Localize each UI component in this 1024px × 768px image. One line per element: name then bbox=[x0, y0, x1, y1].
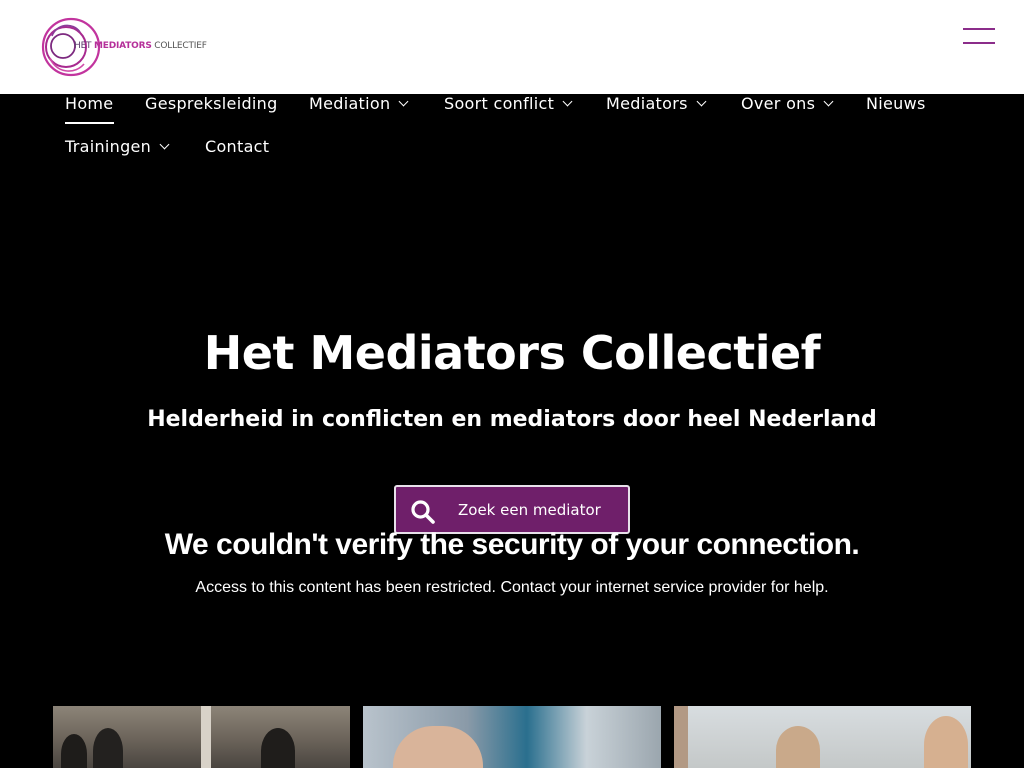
nav-item-gespreksleiding[interactable]: Gespreksleiding bbox=[145, 94, 278, 113]
chevron-down-icon bbox=[562, 96, 573, 107]
chevron-down-icon bbox=[696, 96, 707, 107]
security-error-title: We couldn't verify the security of your … bbox=[164, 528, 860, 561]
logo-text-collectief: COLLECTIEF bbox=[154, 41, 207, 51]
search-icon bbox=[411, 500, 435, 524]
card-image-handshake[interactable] bbox=[363, 706, 661, 768]
chevron-down-icon bbox=[159, 139, 170, 150]
nav-item-contact[interactable]: Contact bbox=[205, 137, 269, 156]
card-image-people-smiling[interactable] bbox=[674, 706, 971, 768]
search-button-label: Zoek een mediator bbox=[458, 501, 601, 519]
nav-item-nieuws[interactable]: Nieuws bbox=[866, 94, 926, 113]
nav-item-mediators[interactable]: Mediators bbox=[606, 94, 707, 113]
nav-item-home[interactable]: Home bbox=[65, 94, 114, 124]
logo-text-het: HET bbox=[74, 41, 92, 51]
active-underline bbox=[65, 122, 114, 124]
nav-item-soort-conflict[interactable]: Soort conflict bbox=[444, 94, 573, 113]
hero-subtitle: Helderheid in conflicten en mediators do… bbox=[147, 407, 877, 432]
hamburger-menu-icon[interactable] bbox=[963, 26, 997, 46]
site-logo[interactable]: HET MEDIATORS COLLECTIEF bbox=[40, 14, 210, 80]
security-error-message: Access to this content has been restrict… bbox=[195, 579, 829, 596]
site-header: HET MEDIATORS COLLECTIEF bbox=[0, 0, 1024, 94]
search-mediator-button[interactable]: Zoek een mediator bbox=[394, 485, 630, 534]
logo-text: HET MEDIATORS COLLECTIEF bbox=[74, 41, 207, 51]
logo-text-mediators: MEDIATORS bbox=[94, 41, 152, 51]
nav-item-label: Mediation bbox=[309, 94, 391, 113]
nav-item-label: Over ons bbox=[741, 94, 816, 113]
nav-item-label: Nieuws bbox=[866, 94, 926, 113]
nav-item-mediation[interactable]: Mediation bbox=[309, 94, 409, 113]
card-image-family-beach[interactable] bbox=[53, 706, 350, 768]
nav-item-label: Contact bbox=[205, 137, 270, 156]
nav-item-label: Mediators bbox=[606, 94, 688, 113]
nav-item-label: Soort conflict bbox=[444, 94, 555, 113]
nav-item-over-ons[interactable]: Over ons bbox=[741, 94, 834, 113]
nav-item-label: Trainingen bbox=[65, 137, 152, 156]
nav-item-trainingen[interactable]: Trainingen bbox=[65, 137, 170, 156]
hero-title: Het Mediators Collectief bbox=[203, 326, 821, 380]
chevron-down-icon bbox=[398, 96, 409, 107]
nav-item-label: Home bbox=[65, 94, 114, 113]
nav-item-label: Gespreksleiding bbox=[145, 94, 278, 113]
chevron-down-icon bbox=[823, 96, 834, 107]
